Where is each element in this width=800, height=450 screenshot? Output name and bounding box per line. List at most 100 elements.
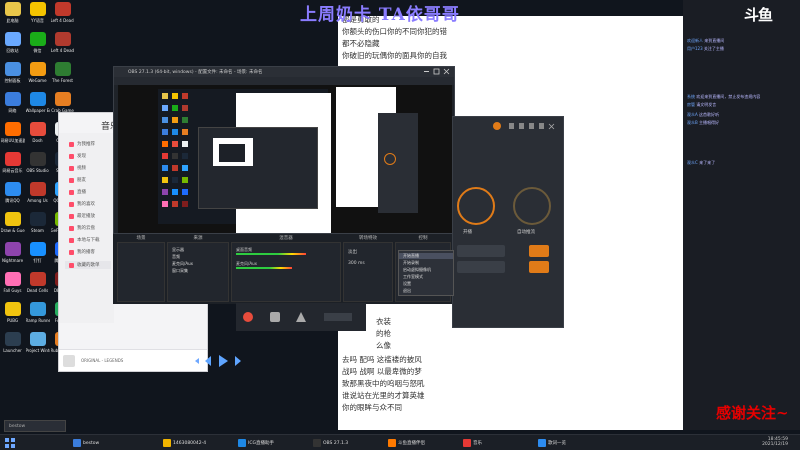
chat-username[interactable]: 观众C xyxy=(687,160,698,165)
chat-username[interactable]: 观众B xyxy=(687,120,698,125)
record-icon[interactable] xyxy=(243,312,253,322)
desktop-icon[interactable]: 钉钉 xyxy=(25,240,50,270)
music-nav-item[interactable]: 最近播放 xyxy=(69,213,95,219)
chat-username[interactable]: 用户123 xyxy=(687,46,703,51)
controls-menu-item[interactable]: 设置 xyxy=(403,281,411,287)
music-nav-item[interactable]: 本地与下载 xyxy=(69,237,100,243)
controls-menu-item[interactable]: 启动虚拟摄像机 xyxy=(403,267,431,273)
preview-desktop-icon xyxy=(172,189,178,195)
settings-icon[interactable] xyxy=(270,312,280,322)
toolbar-icon-2[interactable] xyxy=(519,123,524,129)
taskbar-item[interactable]: 音乐 xyxy=(460,437,485,449)
system-tray-clock[interactable]: 18:45:59 2021/12/19 xyxy=(762,437,788,447)
desktop-icon[interactable]: Dosh xyxy=(25,120,50,150)
desktop-icon[interactable]: PUBG xyxy=(0,300,25,330)
taskbar-item[interactable]: bestow xyxy=(70,437,102,449)
desktop-icon[interactable]: 腾讯QQ xyxy=(0,180,25,210)
desktop-icon[interactable]: Fall Guys xyxy=(0,270,25,300)
toolbar-icon-3[interactable] xyxy=(529,123,534,129)
music-playbar[interactable]: ORIGINAL - LEGENDS xyxy=(59,349,207,371)
desktop-icon[interactable]: Dead Cells xyxy=(25,270,50,300)
share-icon[interactable] xyxy=(296,312,306,322)
music-nav-item[interactable]: 视频 xyxy=(69,165,86,171)
taskbar-app-icon xyxy=(238,439,246,447)
setting-toggle-1[interactable] xyxy=(529,245,549,257)
avatar[interactable] xyxy=(493,122,501,130)
taskbar-item[interactable]: 歌词一览 xyxy=(535,437,569,449)
desktop-icon[interactable]: WeGame xyxy=(25,60,50,90)
minimize-icon[interactable] xyxy=(424,71,429,72)
music-nav-item[interactable]: 我的喜欢 xyxy=(69,201,95,207)
app-icon xyxy=(29,272,46,286)
duration-value[interactable]: 300 ms xyxy=(348,261,365,266)
taskbar-item[interactable]: OBS 27.1.3 xyxy=(310,437,351,449)
music-nav-item[interactable]: 发现 xyxy=(69,153,86,159)
desktop-icon[interactable]: 控制面板 xyxy=(0,60,25,90)
music-nav-item[interactable]: 我的云盘 xyxy=(69,225,95,231)
desktop-icon[interactable]: Steam xyxy=(25,210,50,240)
taskbar-search[interactable]: bestow xyxy=(4,420,66,432)
desktop-icon[interactable]: 回收站 xyxy=(0,30,25,60)
desktop-icon[interactable]: Among Us xyxy=(25,180,50,210)
start-icon[interactable] xyxy=(4,437,16,449)
setting-row-1[interactable] xyxy=(457,245,505,257)
source-item[interactable]: 显示器 xyxy=(172,247,184,253)
desktop-icon[interactable]: Launcher xyxy=(0,330,25,360)
music-nav-item[interactable]: 为我推荐 xyxy=(69,141,95,147)
live-ring[interactable] xyxy=(457,187,495,225)
controls-menu-item[interactable]: 工作室模式 xyxy=(403,274,423,280)
taskbar-item[interactable]: 1463080042-4 xyxy=(160,437,209,449)
source-item[interactable]: 麦克风/Aux xyxy=(172,261,193,267)
taskbar-item-label: 音乐 xyxy=(473,441,482,446)
next-track-icon[interactable] xyxy=(235,356,241,366)
stream-app-window[interactable]: 开播 自动推流 xyxy=(452,116,564,328)
preview-desktop-icon xyxy=(182,177,188,183)
controls-menu-item[interactable]: 开始直播 xyxy=(399,253,453,259)
maximize-icon[interactable] xyxy=(433,68,440,75)
desktop-icon[interactable]: 网易云音乐 xyxy=(0,150,25,180)
music-nav-item[interactable]: 收藏的歌单 xyxy=(65,261,111,269)
app-icon xyxy=(29,92,46,106)
toolbar-icon-4[interactable] xyxy=(539,123,544,129)
chat-username[interactable]: 观众A xyxy=(687,112,698,117)
music-nav-item[interactable]: 朋友 xyxy=(69,177,86,183)
taskbar-item[interactable]: 斗鱼直播伴侣 xyxy=(385,437,428,449)
transition-value[interactable]: 淡出 xyxy=(348,249,357,255)
music-nav-item[interactable]: 我的播客 xyxy=(69,249,95,255)
desktop-icon[interactable]: 微信 xyxy=(25,30,50,60)
desktop-icon[interactable]: YY语音 xyxy=(25,0,50,30)
source-item[interactable]: 音频 xyxy=(172,254,180,260)
desktop-icon[interactable]: Draw & Guess xyxy=(0,210,25,240)
chat-username[interactable]: 系统 xyxy=(687,94,695,99)
play-icon[interactable] xyxy=(219,355,228,367)
lyric-line: 去吗 配吗 这褴褛的披风 xyxy=(342,355,422,364)
chat-username[interactable]: 房管 xyxy=(687,102,695,107)
desktop-icon[interactable]: 网络 xyxy=(0,90,25,120)
controls-menu-item[interactable]: 退出 xyxy=(403,288,411,294)
controls-menu-item[interactable]: 开始录制 xyxy=(403,260,419,266)
desktop-icon[interactable]: Project Winter xyxy=(25,330,50,360)
toolbar-icon-1[interactable] xyxy=(509,123,514,129)
desktop-icon[interactable]: Wallpaper Engine xyxy=(25,90,50,120)
taskbar-item[interactable]: ICG直播助手 xyxy=(235,437,277,449)
auto-push-ring[interactable] xyxy=(513,187,551,225)
close-icon[interactable] xyxy=(443,68,450,75)
setting-toggle-2[interactable] xyxy=(529,261,549,273)
source-item[interactable]: 窗口采集 xyxy=(172,268,188,274)
lyric-line: 战吗 战啊 以最卑微的梦 xyxy=(342,367,422,376)
close-icon[interactable] xyxy=(548,123,555,130)
desktop-icon[interactable]: Left 4 Dead xyxy=(50,30,75,60)
desktop-icon-label: 网易UU加速器 xyxy=(0,138,25,143)
setting-row-2[interactable] xyxy=(457,261,505,273)
desktop-icon[interactable]: Left 4 Dead 2 xyxy=(50,0,75,30)
desktop-icon[interactable]: 网易UU加速器 xyxy=(0,120,25,150)
app-icon xyxy=(4,182,21,196)
chat-username[interactable]: 欢迎新人 xyxy=(687,38,703,43)
music-nav-item[interactable]: 直播 xyxy=(69,189,86,195)
desktop-icon[interactable]: 此电脑 xyxy=(0,0,25,30)
desktop-icon[interactable]: The Forest xyxy=(50,60,75,90)
desktop-icon[interactable]: OBS Studio xyxy=(25,150,50,180)
prev-track-icon[interactable] xyxy=(205,356,211,366)
desktop-icon[interactable]: Ramp Runner xyxy=(25,300,50,330)
desktop-icon[interactable]: Nightmare xyxy=(0,240,25,270)
